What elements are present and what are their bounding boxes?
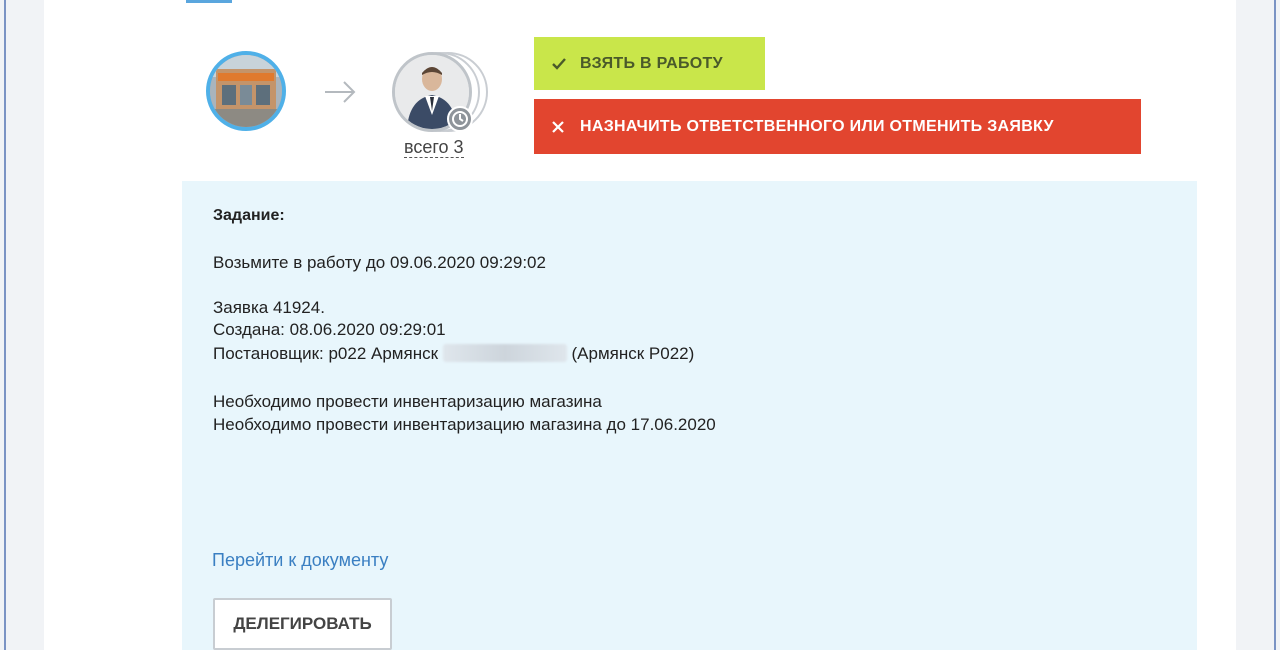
store-photo-icon bbox=[210, 55, 282, 127]
delegate-button[interactable]: ДЕЛЕГИРОВАТЬ bbox=[213, 598, 392, 650]
request-author-prefix: Постановщик: р022 Армянск bbox=[213, 344, 439, 363]
task-deadline: Возьмите в работу до 09.06.2020 09:29:02 bbox=[213, 253, 546, 272]
check-icon bbox=[552, 57, 566, 70]
take-to-work-label: ВЗЯТЬ В РАБОТУ bbox=[580, 54, 723, 72]
request-author-suffix: (Армянск Р022) bbox=[571, 344, 695, 363]
close-icon bbox=[552, 120, 564, 133]
arrow-right-icon bbox=[325, 81, 356, 103]
redacted-text bbox=[442, 344, 567, 362]
window-frame-right bbox=[1274, 0, 1276, 650]
go-to-document-link[interactable]: Перейти к документу bbox=[212, 550, 388, 571]
window-frame-left bbox=[4, 0, 6, 650]
clock-icon bbox=[447, 106, 473, 132]
assign-or-cancel-button[interactable]: НАЗНАЧИТЬ ОТВЕТСТВЕННОГО ИЛИ ОТМЕНИТЬ ЗА… bbox=[534, 99, 1141, 154]
store-avatar[interactable] bbox=[206, 51, 286, 131]
take-to-work-button[interactable]: ВЗЯТЬ В РАБОТУ bbox=[534, 37, 765, 90]
task-heading: Задание: bbox=[213, 207, 285, 224]
top-tab-indicator bbox=[186, 0, 232, 3]
assignee-total-label[interactable]: всего 3 bbox=[404, 137, 464, 158]
request-author: Постановщик: р022 Армянск (Армянск Р022) bbox=[213, 344, 694, 364]
task-description-line-2: Необходимо провести инвентаризацию магаз… bbox=[213, 415, 716, 434]
task-description-line-1: Необходимо провести инвентаризацию магаз… bbox=[213, 392, 602, 411]
request-number: Заявка 41924. bbox=[213, 298, 325, 317]
assign-or-cancel-label: НАЗНАЧИТЬ ОТВЕТСТВЕННОГО ИЛИ ОТМЕНИТЬ ЗА… bbox=[580, 117, 1054, 135]
request-created: Создана: 08.06.2020 09:29:01 bbox=[213, 320, 446, 339]
